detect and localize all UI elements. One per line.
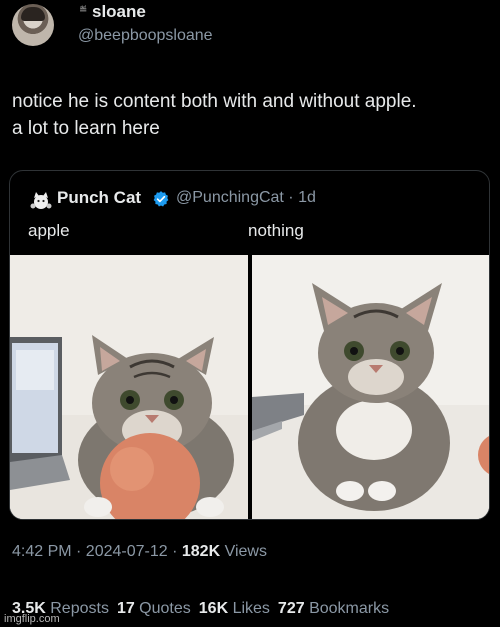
author-avatar[interactable] <box>12 4 54 46</box>
tweet-text: notice he is content both with and witho… <box>12 88 492 142</box>
cat-with-apple-illustration <box>10 255 248 519</box>
author-display-name[interactable]: sloane <box>92 2 146 22</box>
photo-cat-without-apple[interactable] <box>252 255 489 519</box>
photo-cat-with-apple[interactable] <box>10 255 248 519</box>
cat-without-apple-illustration <box>252 255 489 519</box>
imgflip-watermark: imgflip.com <box>4 613 60 625</box>
quotes-label: Quotes <box>134 600 191 617</box>
quotes-stat[interactable]: 17 Quotes <box>117 600 191 617</box>
tweet-line-2: a lot to learn here <box>12 118 160 139</box>
bookmarks-label: Bookmarks <box>304 600 390 617</box>
verified-badge-icon <box>153 191 169 207</box>
likes-stat[interactable]: 16K Likes <box>199 600 270 617</box>
tweet-meta: 4:42 PM · 2024-07-12 · 182K Views <box>12 543 267 561</box>
quoted-handle-time[interactable]: @PunchingCat · 1d <box>176 189 316 207</box>
views-count: 182K <box>181 543 221 560</box>
caption-nothing: nothing <box>248 221 304 240</box>
likes-label: Likes <box>228 600 270 617</box>
engagement-stats: 3.5K Reposts 17 Quotes 16K Likes 727 Bookma… <box>12 600 389 618</box>
author-handle[interactable]: @beepboopsloane <box>78 27 213 45</box>
caption-apple: apple <box>28 221 70 240</box>
punch-cat-avatar-icon[interactable] <box>30 191 52 211</box>
views-label: Views <box>220 543 267 560</box>
quotes-count: 17 <box>116 600 135 617</box>
bookmarks-count: 727 <box>277 600 305 617</box>
bookmarks-stat[interactable]: 727 Bookmarks <box>278 600 389 617</box>
tweet-line-1: notice he is content both with and witho… <box>12 91 417 112</box>
quoted-tweet-card[interactable]: Punch Cat @PunchingCat · 1d apple nothin… <box>9 170 490 520</box>
timestamp[interactable]: 4:42 PM · 2024-07-12 · <box>12 543 182 560</box>
quoted-display-name[interactable]: Punch Cat <box>57 188 141 208</box>
likes-count: 16K <box>198 600 229 617</box>
name-emoji: ≝ <box>79 5 88 16</box>
